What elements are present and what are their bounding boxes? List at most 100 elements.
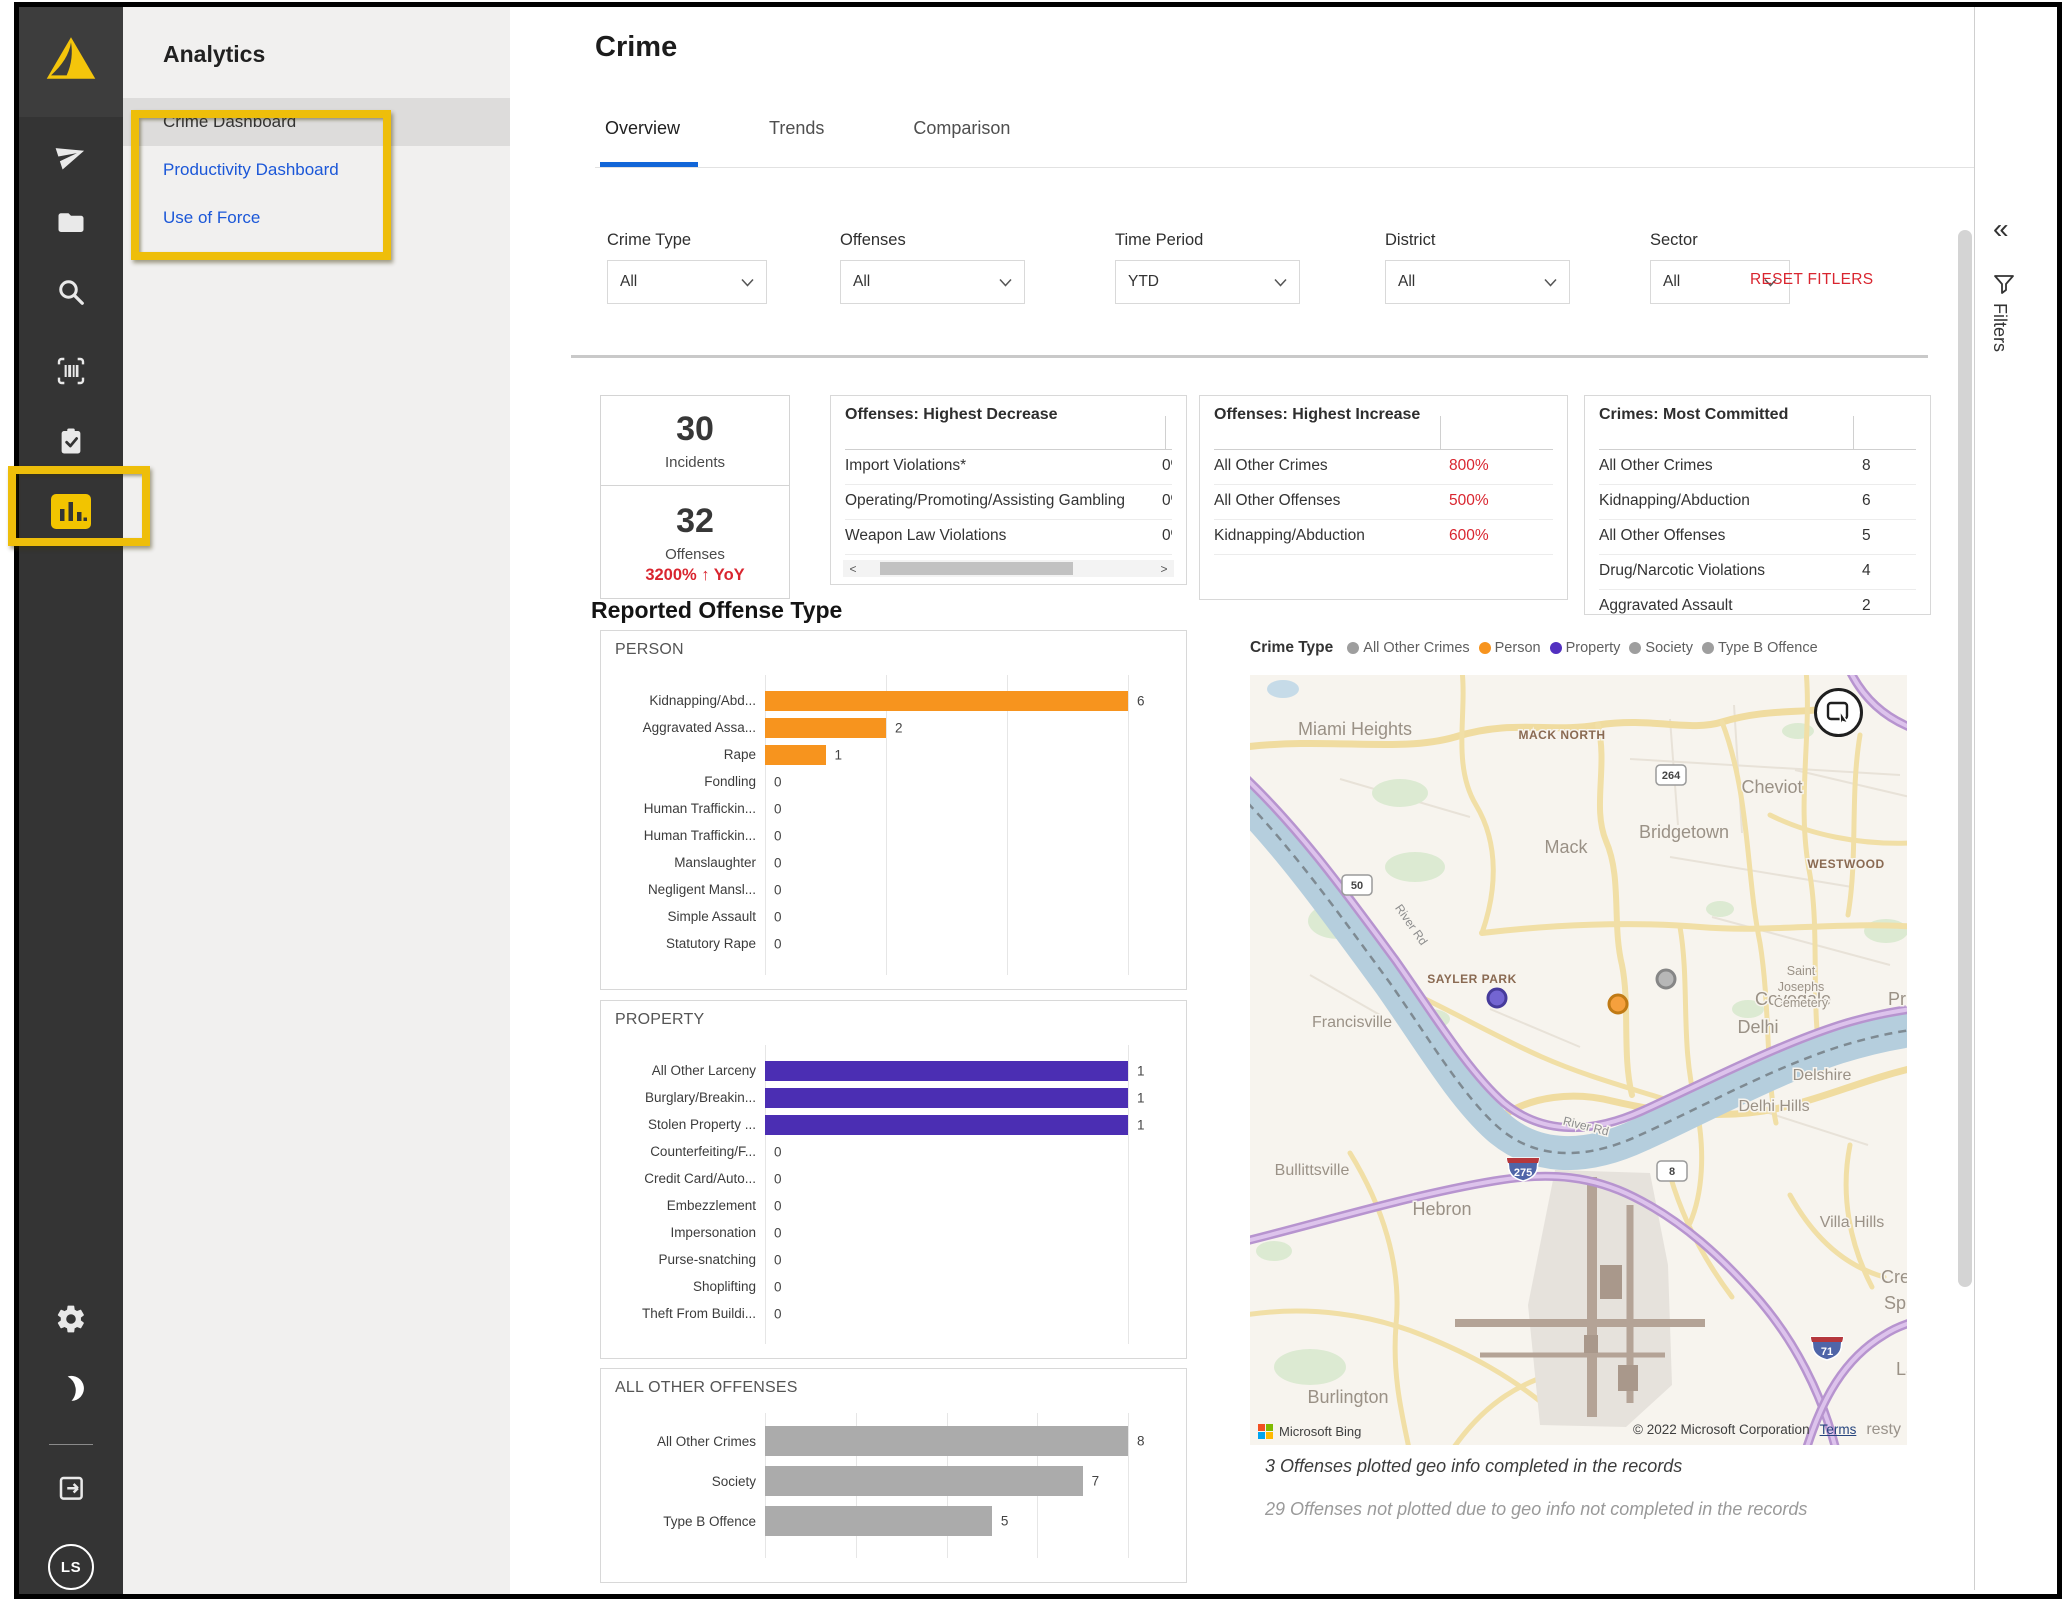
row-value: 0%	[1162, 526, 1172, 547]
scroll-thumb[interactable]	[880, 562, 1072, 575]
sidebar: LS	[19, 7, 123, 1594]
barcode-scan-icon[interactable]	[19, 355, 123, 387]
bar-plot-area: 0	[765, 1165, 1128, 1192]
content-separator	[571, 355, 1928, 358]
bar[interactable]	[765, 718, 886, 738]
filter-label: District	[1385, 231, 1570, 250]
terms-link[interactable]: Terms	[1820, 1422, 1857, 1437]
bar-value-label: 0	[774, 1144, 782, 1159]
category-label: Kidnapping/Abd...	[613, 693, 765, 708]
legend-item-person[interactable]: Person	[1479, 640, 1541, 656]
scroll-right-icon[interactable]: >	[1154, 562, 1174, 576]
filters-rail[interactable]: « Filters	[1975, 7, 2057, 1594]
crime-point-person[interactable]	[1609, 995, 1627, 1013]
dropdown-value: All	[620, 273, 637, 291]
reset-filters-button[interactable]: RESET FITLERS	[1750, 271, 1873, 289]
category-label: Stolen Property ...	[613, 1117, 765, 1132]
offenses-yoy-delta: 3200% ↑ YoY	[601, 566, 789, 585]
tab-comparison[interactable]: Comparison	[913, 118, 1010, 139]
settings-gear-icon[interactable]	[19, 1303, 123, 1335]
map-label: Burlington	[1307, 1387, 1388, 1407]
tab-trends[interactable]: Trends	[769, 118, 824, 139]
card-title: Crimes: Most Committed	[1585, 396, 1930, 424]
filter-sector: SectorAll	[1650, 231, 1790, 304]
category-label: All Other Larceny	[613, 1063, 765, 1078]
bar-value-label: 1	[1137, 1090, 1145, 1105]
chart-row: All Other Crimes8	[613, 1421, 1174, 1461]
sign-out-icon[interactable]	[19, 1473, 123, 1503]
map-legend-title: Crime Type	[1250, 639, 1333, 657]
bar[interactable]	[765, 745, 826, 765]
sidebar-divider	[49, 1444, 93, 1445]
map-legend: Crime Type All Other Crimes Person Propert…	[1250, 639, 1827, 657]
map-label: Cheviot	[1741, 777, 1802, 797]
expand-filters-icon[interactable]: «	[1993, 213, 2009, 245]
bar[interactable]	[765, 691, 1128, 711]
chart-body: All Other Larceny1Burglary/Breakin...1St…	[613, 1045, 1174, 1344]
category-label: Embezzlement	[613, 1198, 765, 1213]
chart-row: Rape1	[613, 741, 1174, 768]
card-title: Offenses: Highest Decrease	[831, 396, 1186, 424]
filter-dropdown[interactable]: All	[1385, 260, 1570, 304]
crime-map[interactable]: Miami HeightsMACK NORTHCheviotBridgetown…	[1250, 675, 1907, 1445]
chart-rows: All Other Larceny1Burglary/Breakin...1St…	[613, 1057, 1174, 1327]
bar-plot-area: 0	[765, 1246, 1128, 1273]
chart-group-title: PROPERTY	[615, 1011, 704, 1029]
filter-dropdown[interactable]: All	[607, 260, 767, 304]
svg-text:264: 264	[1662, 770, 1681, 782]
category-label: Human Traffickin...	[613, 801, 765, 816]
documents-icon[interactable]	[19, 207, 123, 237]
kpi-offenses: 32 Offenses 3200% ↑ YoY	[600, 485, 790, 599]
dark-mode-moon-icon[interactable]	[19, 1373, 123, 1403]
bar[interactable]	[765, 1506, 992, 1536]
column-divider	[1440, 416, 1441, 449]
category-label: Theft From Buildi...	[613, 1306, 765, 1321]
scroll-track[interactable]	[863, 562, 1154, 575]
chart-row: Impersonation0	[613, 1219, 1174, 1246]
legend-item-property[interactable]: Property	[1550, 640, 1621, 656]
search-icon[interactable]	[19, 277, 123, 307]
bar[interactable]	[765, 1466, 1083, 1496]
chevron-down-icon	[1544, 278, 1557, 287]
bar[interactable]	[765, 1088, 1128, 1108]
map-interaction-toggle-button[interactable]	[1814, 688, 1863, 737]
horizontal-scrollbar[interactable]: <>	[843, 560, 1174, 577]
bar-plot-area: 8	[765, 1421, 1128, 1461]
filter-funnel-icon[interactable]	[1993, 273, 2015, 300]
crime-point-property[interactable]	[1488, 989, 1506, 1007]
map-select-mode-icon	[1826, 701, 1852, 725]
map-label: Delhi	[1737, 1017, 1778, 1037]
tab-overview[interactable]: Overview	[605, 118, 680, 139]
bar[interactable]	[765, 1061, 1128, 1081]
scroll-left-icon[interactable]: <	[843, 562, 863, 576]
chart-all-other-offenses: ALL OTHER OFFENSESAll Other Crimes8Socie…	[600, 1368, 1187, 1583]
annotation-box-nav-items	[131, 110, 391, 260]
bar[interactable]	[765, 1115, 1128, 1135]
crime-point-other[interactable]	[1657, 970, 1675, 988]
filter-dropdown[interactable]: YTD	[1115, 260, 1300, 304]
category-label: Impersonation	[613, 1225, 765, 1240]
bar-value-label: 0	[774, 1171, 782, 1186]
offenses-label: Offenses	[601, 546, 789, 563]
card-title: Offenses: Highest Increase	[1200, 396, 1567, 424]
legend-item-all-other-crimes[interactable]: All Other Crimes	[1347, 640, 1469, 656]
bar[interactable]	[765, 1426, 1128, 1456]
bar-value-label: 2	[895, 720, 903, 735]
send-icon[interactable]	[19, 140, 123, 170]
bar-plot-area: 2	[765, 714, 1128, 741]
chart-row: Aggravated Assa...2	[613, 714, 1174, 741]
chart-rows: All Other Crimes8Society7Type B Offence5	[613, 1421, 1174, 1541]
app-logo[interactable]	[19, 7, 123, 117]
bar-value-label: 0	[774, 1252, 782, 1267]
legend-item-society[interactable]: Society	[1629, 640, 1693, 656]
map-label: Spri	[1884, 1293, 1907, 1313]
bar-value-label: 0	[774, 882, 782, 897]
tasks-clipboard-icon[interactable]	[19, 425, 123, 457]
user-avatar[interactable]: LS	[48, 1544, 94, 1590]
filter-dropdown[interactable]: All	[840, 260, 1025, 304]
legend-item-type-b-offence[interactable]: Type B Offence	[1702, 640, 1818, 656]
bar-value-label: 1	[1137, 1063, 1145, 1078]
filter-offenses: OffensesAll	[840, 231, 1025, 304]
vertical-scrollbar[interactable]	[1958, 230, 1972, 1287]
filter-label: Sector	[1650, 231, 1790, 250]
